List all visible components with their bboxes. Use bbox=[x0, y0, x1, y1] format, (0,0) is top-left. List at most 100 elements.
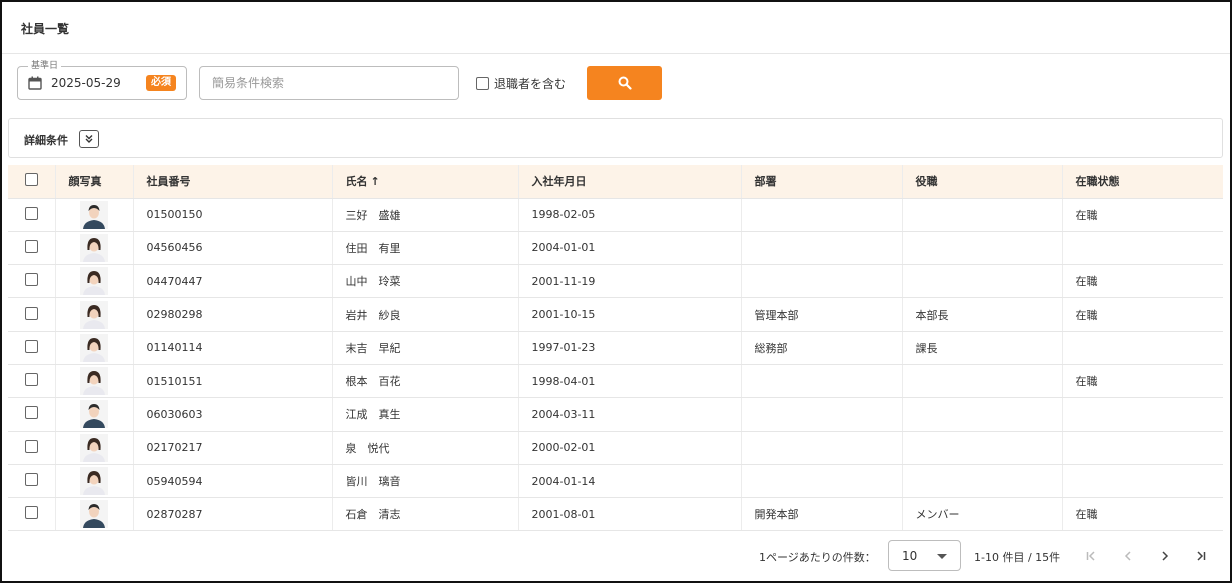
department-cell bbox=[741, 397, 903, 432]
status-cell bbox=[1062, 397, 1223, 432]
required-badge: 必須 bbox=[146, 75, 176, 91]
column-header-name-label: 氏名 bbox=[345, 175, 368, 189]
row-checkbox[interactable] bbox=[24, 439, 38, 453]
employee-no-cell: 06030603 bbox=[133, 397, 333, 432]
name-cell: 泉 悦代 bbox=[332, 431, 519, 465]
page-range-label: 1-10 件目 / 15件 bbox=[974, 551, 1061, 564]
avatar bbox=[80, 233, 108, 262]
department-cell: 管理本部 bbox=[741, 297, 903, 332]
position-cell bbox=[902, 264, 1063, 299]
position-cell bbox=[902, 431, 1063, 465]
row-select-cell bbox=[8, 364, 56, 399]
previous-page-button[interactable] bbox=[1116, 544, 1140, 568]
search-icon bbox=[618, 76, 632, 90]
search-button[interactable] bbox=[587, 66, 662, 100]
department-cell bbox=[741, 264, 903, 299]
row-select-cell bbox=[8, 231, 56, 266]
title-bar: 社員一覧 bbox=[2, 2, 1230, 54]
table-row[interactable]: 05940594 皆川 璃音 2004-01-14 bbox=[8, 464, 1223, 499]
row-checkbox[interactable] bbox=[24, 373, 38, 387]
photo-cell bbox=[55, 231, 134, 266]
include-retired-checkbox[interactable]: 退職者を含む bbox=[476, 75, 566, 92]
join-date-cell: 2001-08-01 bbox=[518, 497, 742, 532]
row-checkbox[interactable] bbox=[24, 239, 38, 253]
table-row[interactable]: 01500150 三好 盛雄 1998-02-05 在職 bbox=[8, 198, 1223, 232]
join-date-cell: 1998-04-01 bbox=[518, 364, 742, 399]
table-row[interactable]: 06030603 江成 真生 2004-03-11 bbox=[8, 397, 1223, 432]
table-row[interactable]: 02870287 石倉 清志 2001-08-01 開発本部 メンバー 在職 bbox=[8, 497, 1223, 532]
avatar bbox=[80, 500, 108, 529]
row-checkbox[interactable] bbox=[24, 273, 38, 287]
row-select-cell bbox=[8, 464, 56, 499]
position-cell bbox=[902, 198, 1063, 232]
name-cell: 住田 有里 bbox=[332, 231, 519, 266]
calendar-icon[interactable] bbox=[28, 76, 42, 90]
table-row[interactable]: 04470447 山中 玲菜 2001-11-19 在職 bbox=[8, 264, 1223, 299]
join-date-cell: 2000-02-01 bbox=[518, 431, 742, 465]
join-date-cell: 2001-11-19 bbox=[518, 264, 742, 299]
select-all-cell bbox=[8, 165, 56, 199]
column-header-join-date[interactable]: 入社年月日 bbox=[518, 165, 742, 199]
column-header-status[interactable]: 在職状態 bbox=[1062, 165, 1223, 199]
per-page-select[interactable]: 10 bbox=[888, 540, 961, 571]
employee-no-cell: 04470447 bbox=[133, 264, 333, 299]
expand-detail-button[interactable] bbox=[79, 130, 99, 148]
row-checkbox[interactable] bbox=[24, 506, 38, 520]
position-cell: メンバー bbox=[902, 497, 1063, 532]
app-frame: 社員一覧 基準日 2025-05-29 必須 退職者を含む 詳細条件 bbox=[0, 0, 1232, 583]
photo-cell bbox=[55, 464, 134, 499]
table-row[interactable]: 01140114 末吉 早紀 1997-01-23 総務部 課長 bbox=[8, 331, 1223, 365]
select-all-checkbox[interactable] bbox=[24, 173, 38, 187]
avatar bbox=[80, 433, 108, 462]
next-page-button[interactable] bbox=[1153, 544, 1177, 568]
name-cell: 根本 百花 bbox=[332, 364, 519, 399]
base-date-field[interactable]: 基準日 2025-05-29 必須 bbox=[17, 60, 187, 100]
column-header-employee-no[interactable]: 社員番号 bbox=[133, 165, 333, 199]
row-select-cell bbox=[8, 331, 56, 365]
base-date-value: 2025-05-29 bbox=[51, 76, 121, 90]
avatar bbox=[80, 467, 108, 496]
base-date-legend: 基準日 bbox=[28, 60, 62, 72]
last-page-button[interactable] bbox=[1189, 544, 1213, 568]
detail-conditions-bar: 詳細条件 bbox=[8, 118, 1223, 158]
table-row[interactable]: 01510151 根本 百花 1998-04-01 在職 bbox=[8, 364, 1223, 399]
column-header-department[interactable]: 部署 bbox=[741, 165, 903, 199]
employee-table: 顔写真 社員番号 氏名 ↑ 入社年月日 部署 役職 在職状態 01500150 三好… bbox=[8, 165, 1223, 532]
photo-cell bbox=[55, 497, 134, 532]
row-checkbox[interactable] bbox=[24, 473, 38, 487]
photo-cell bbox=[55, 431, 134, 465]
chevron-left-icon bbox=[1124, 551, 1131, 561]
photo-cell bbox=[55, 364, 134, 399]
row-checkbox[interactable] bbox=[24, 306, 38, 320]
pagination: 1ページあたりの件数： 10 1-10 件目 / 15件 bbox=[2, 534, 1230, 580]
table-body: 01500150 三好 盛雄 1998-02-05 在職 04560456 住田 有里 20… bbox=[8, 198, 1223, 532]
employee-no-cell: 02170217 bbox=[133, 431, 333, 465]
avatar bbox=[80, 400, 108, 429]
join-date-cell: 2004-01-01 bbox=[518, 231, 742, 266]
include-retired-checkbox-box[interactable] bbox=[476, 77, 489, 90]
join-date-cell: 1997-01-23 bbox=[518, 331, 742, 365]
row-checkbox[interactable] bbox=[24, 206, 38, 220]
photo-cell bbox=[55, 264, 134, 299]
row-checkbox[interactable] bbox=[24, 406, 38, 420]
position-cell bbox=[902, 397, 1063, 432]
table-row[interactable]: 02170217 泉 悦代 2000-02-01 bbox=[8, 431, 1223, 465]
photo-cell bbox=[55, 198, 134, 232]
avatar bbox=[80, 300, 108, 329]
avatar bbox=[80, 267, 108, 296]
join-date-cell: 2004-03-11 bbox=[518, 397, 742, 432]
first-page-button[interactable] bbox=[1079, 544, 1103, 568]
department-cell: 開発本部 bbox=[741, 497, 903, 532]
avatar bbox=[80, 367, 108, 396]
table-row[interactable]: 04560456 住田 有里 2004-01-01 bbox=[8, 231, 1223, 266]
keyword-search-input[interactable] bbox=[199, 66, 459, 100]
row-select-cell bbox=[8, 198, 56, 232]
photo-cell bbox=[55, 297, 134, 332]
column-header-position[interactable]: 役職 bbox=[902, 165, 1063, 199]
table-row[interactable]: 02980298 岩井 紗良 2001-10-15 管理本部 本部長 在職 bbox=[8, 297, 1223, 332]
row-checkbox[interactable] bbox=[24, 339, 38, 353]
employee-no-cell: 02980298 bbox=[133, 297, 333, 332]
column-header-name[interactable]: 氏名 ↑ bbox=[332, 165, 519, 199]
join-date-cell: 2004-01-14 bbox=[518, 464, 742, 499]
avatar bbox=[80, 200, 108, 229]
